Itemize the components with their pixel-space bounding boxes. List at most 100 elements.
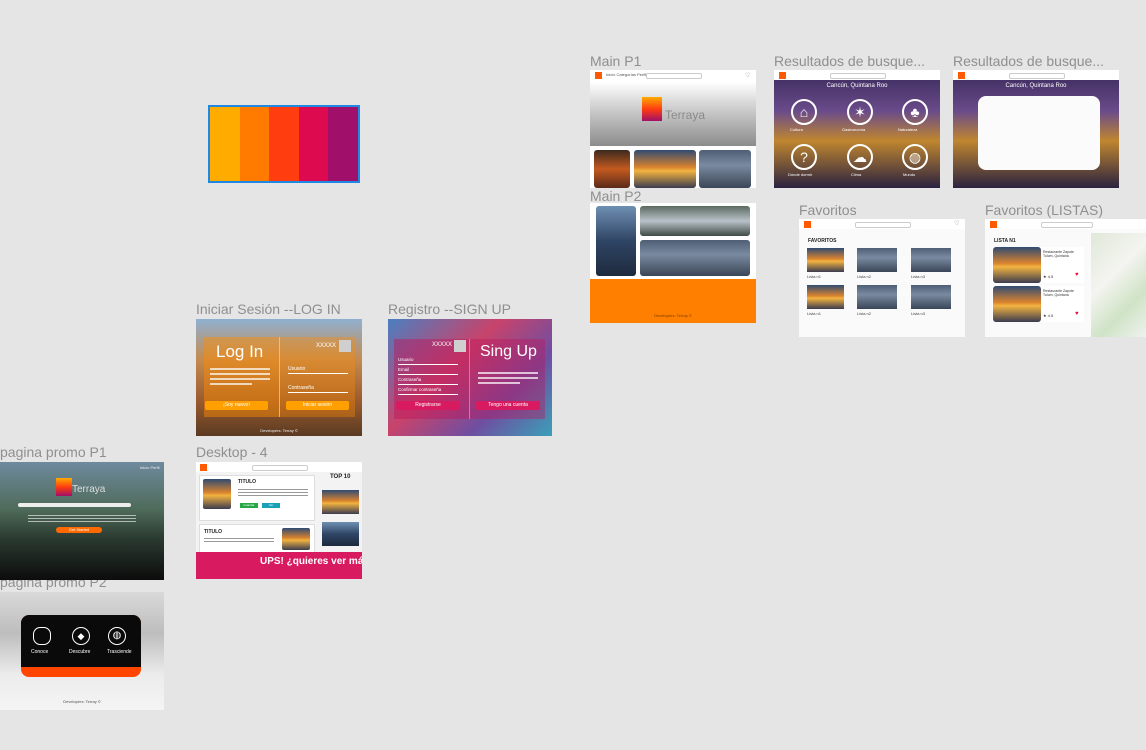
- nav-links[interactable]: Inicio Perfil: [140, 465, 160, 470]
- photo-card[interactable]: [596, 206, 636, 276]
- list-thumb[interactable]: [857, 285, 897, 309]
- nav-links[interactable]: Inicio Categorías Perfil: [606, 72, 646, 77]
- text-line: [28, 521, 136, 522]
- frame-login[interactable]: Log In XXXXX Usuario Contraseña ¡Soy nue…: [196, 319, 362, 436]
- heart-icon[interactable]: ♡: [954, 220, 959, 227]
- color-swatch[interactable]: [210, 107, 240, 181]
- color-swatch[interactable]: [298, 107, 329, 181]
- list-label: Lista n3: [911, 311, 926, 316]
- username-input[interactable]: [398, 364, 458, 365]
- color-swatch[interactable]: [269, 107, 299, 181]
- search-input[interactable]: [1009, 73, 1065, 79]
- list-label: Lista n2: [857, 274, 872, 279]
- heart-icon[interactable]: ♥: [1075, 272, 1079, 278]
- email-input[interactable]: [398, 374, 458, 375]
- have-account-button[interactable]: Tengo una cuenta: [476, 401, 540, 410]
- frame-promo-p1[interactable]: Inicio Perfil Terraya Get Started: [0, 462, 164, 580]
- register-button[interactable]: Registrarse: [396, 401, 460, 410]
- frame-label-favoritos-listas[interactable]: Favoritos (LISTAS): [985, 202, 1103, 218]
- get-started-button[interactable]: Get Started: [56, 527, 102, 533]
- frame-label-signup[interactable]: Registro --SIGN UP: [388, 301, 511, 317]
- category-label: Dónde dormir: [788, 172, 813, 177]
- content-card[interactable]: TITULO: [199, 524, 315, 554]
- list-thumb[interactable]: [857, 248, 897, 272]
- hero-map: Terraya: [590, 82, 756, 146]
- frame-main-p2[interactable]: Developers: Terray ©: [590, 203, 756, 323]
- banner-text: UPS! ¿quieres ver más?: [260, 556, 362, 567]
- list-thumb[interactable]: [911, 248, 951, 272]
- username-input[interactable]: [288, 373, 348, 374]
- field-label: Usuario: [288, 366, 306, 372]
- map-panel[interactable]: [1091, 233, 1146, 337]
- frame-resultados-1[interactable]: Cancún, Quintana Roo ⌂ ✶ ♣ ? ☁ ◍ Cultura…: [774, 70, 940, 188]
- password-input[interactable]: [288, 392, 348, 393]
- text-line: [478, 372, 538, 374]
- top-nav: [985, 219, 1146, 229]
- weather-icon[interactable]: ☁: [847, 144, 873, 170]
- login-button[interactable]: Iniciar sesión: [286, 401, 349, 410]
- search-input[interactable]: [646, 73, 702, 79]
- color-palette[interactable]: [208, 105, 360, 183]
- list-item[interactable]: Restaurante Zapote Tulum, Quintana ★ 4.5…: [992, 286, 1084, 322]
- frame-favoritos-listas[interactable]: LISTA N1 Restaurante Zapote Tulum, Quint…: [985, 219, 1146, 337]
- search-input[interactable]: [1041, 222, 1093, 228]
- search-input[interactable]: [855, 222, 911, 228]
- frame-desktop4[interactable]: TITULO Guardar Ver TITULO TOP 10 UPS! ¿q…: [196, 462, 362, 579]
- feature-card[interactable]: ◆ ◍ Conoce Descubre Trasciende: [21, 615, 141, 667]
- frame-label-login[interactable]: Iniciar Sesión --LOG IN: [196, 301, 341, 317]
- text-line: [238, 489, 308, 490]
- frame-favoritos[interactable]: ♡ FAVORITOS Lista n1 Lista n2 Lista n3 L…: [799, 219, 965, 337]
- save-button[interactable]: Guardar: [240, 503, 258, 508]
- new-user-button[interactable]: ¡Soy nuevo!: [205, 401, 268, 410]
- photo-card[interactable]: [640, 240, 750, 276]
- modal-card[interactable]: [978, 96, 1100, 170]
- color-swatch[interactable]: [239, 107, 270, 181]
- list-item[interactable]: Restaurante Zapote Tulum, Quintana ★ 4.5…: [992, 247, 1084, 283]
- frame-signup[interactable]: XXXXX Sing Up Usuario Email Contraseña C…: [388, 319, 552, 436]
- color-swatch[interactable]: [328, 107, 358, 181]
- frame-label-resultados-2[interactable]: Resultados de busque...: [953, 53, 1123, 69]
- help-icon[interactable]: ?: [791, 144, 817, 170]
- list-thumb[interactable]: [807, 285, 844, 309]
- top-nav: ♡: [799, 219, 965, 229]
- footer-text: Developers: Terray ©: [260, 428, 298, 433]
- top10-photo[interactable]: [322, 522, 359, 546]
- top10-photo[interactable]: [322, 490, 359, 514]
- frame-label-promo-p1[interactable]: pagina promo P1: [0, 444, 107, 460]
- confirm-password-input[interactable]: [398, 394, 458, 395]
- frame-label-main-p2[interactable]: Main P2: [590, 188, 641, 204]
- nature-icon[interactable]: ♣: [902, 99, 928, 125]
- banner[interactable]: UPS! ¿quieres ver más?: [196, 552, 362, 579]
- rating-value: 4.5: [1047, 274, 1054, 279]
- logo-icon: [56, 478, 72, 496]
- text-line: [238, 495, 308, 496]
- culture-icon[interactable]: ⌂: [791, 99, 817, 125]
- promo-description: [28, 513, 136, 523]
- frame-label-desktop4[interactable]: Desktop - 4: [196, 444, 268, 460]
- content-card[interactable]: TITULO Guardar Ver: [199, 475, 315, 521]
- view-button[interactable]: Ver: [262, 503, 280, 508]
- list-thumb[interactable]: [911, 285, 951, 309]
- frame-label-favoritos[interactable]: Favoritos: [799, 202, 857, 218]
- password-input[interactable]: [398, 384, 458, 385]
- frame-promo-p2[interactable]: ◆ ◍ Conoce Descubre Trasciende Developer…: [0, 592, 164, 710]
- frame-main-p1[interactable]: Inicio Categorías Perfil ♡ Terraya: [590, 70, 756, 188]
- globe-icon[interactable]: ◍: [902, 144, 928, 170]
- photo-card[interactable]: [640, 206, 750, 236]
- search-input[interactable]: [18, 503, 131, 507]
- photo-card[interactable]: [699, 150, 751, 188]
- heart-icon[interactable]: ♡: [745, 72, 750, 79]
- photo-card[interactable]: [594, 150, 630, 188]
- photo-card[interactable]: [634, 150, 696, 188]
- search-input[interactable]: [830, 73, 886, 79]
- login-title: Log In: [216, 342, 264, 361]
- food-icon[interactable]: ✶: [847, 99, 873, 125]
- compass-icon: ◆: [72, 627, 90, 645]
- list-thumb[interactable]: [807, 248, 844, 272]
- feature-label: Trasciende: [107, 649, 132, 655]
- heart-icon[interactable]: ♥: [1075, 311, 1079, 317]
- frame-resultados-2[interactable]: Cancún, Quintana Roo: [953, 70, 1119, 188]
- search-input[interactable]: [252, 465, 308, 471]
- frame-label-resultados-1[interactable]: Resultados de busque...: [774, 53, 944, 69]
- frame-label-main-p1[interactable]: Main P1: [590, 53, 641, 69]
